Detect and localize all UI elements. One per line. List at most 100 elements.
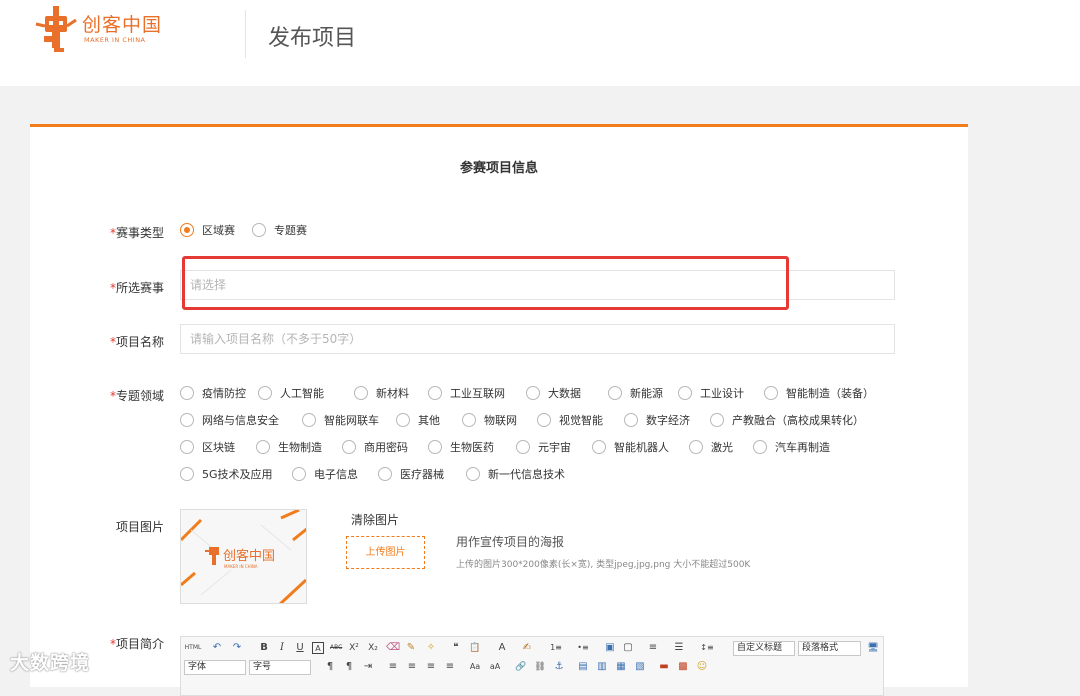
project-name-input[interactable]: 请输入项目名称（不多于50字） [180, 324, 895, 354]
preview-icon[interactable]: 🖥 [867, 642, 879, 654]
radio-dot-icon[interactable] [342, 440, 356, 454]
align-justify-icon[interactable]: ≡ [444, 661, 456, 673]
topic-option[interactable]: 数字经济 [624, 412, 690, 428]
topic-option[interactable]: 智能网联车 [302, 412, 379, 428]
topic-option[interactable]: 智能制造（装备） [764, 385, 874, 401]
select-all-icon[interactable]: ▣ [604, 642, 616, 654]
topic-option[interactable]: 智能机器人 [592, 439, 669, 455]
insert-media-icon[interactable]: ▬ [658, 661, 670, 673]
image-center-icon[interactable]: ▧ [634, 661, 646, 673]
radio-regional[interactable]: 区域赛 [180, 222, 235, 238]
redo-icon[interactable]: ↷ [231, 642, 243, 654]
topic-option[interactable]: 生物制造 [256, 439, 322, 455]
radio-dot-icon[interactable] [624, 413, 638, 427]
unordered-list-icon[interactable]: •≡ [575, 642, 591, 654]
html-icon[interactable]: HTML [184, 642, 202, 654]
radio-dot-icon[interactable] [608, 386, 622, 400]
radio-dot-checked-icon[interactable] [180, 223, 194, 237]
radio-dot-icon[interactable] [753, 440, 767, 454]
image-right-icon[interactable]: ▦ [615, 661, 627, 673]
align-left-icon[interactable]: ≡ [387, 661, 399, 673]
font-size-select[interactable]: 字号 [249, 660, 311, 675]
topic-option[interactable]: 疫情防控 [180, 385, 246, 401]
underline-icon[interactable]: U [294, 642, 306, 654]
topic-option[interactable]: 区块链 [180, 439, 235, 455]
radio-dot-icon[interactable] [689, 440, 703, 454]
ltr-icon[interactable]: ¶ [324, 661, 336, 673]
anchor-icon[interactable]: ⚓ [553, 661, 565, 673]
topic-option[interactable]: 医疗器械 [378, 466, 444, 482]
border-icon[interactable]: A [312, 642, 324, 654]
radio-dot-icon[interactable] [466, 467, 480, 481]
clear-image-button[interactable]: 清除图片 [351, 511, 399, 528]
topic-option[interactable]: 物联网 [462, 412, 517, 428]
subscript-icon[interactable]: X₂ [367, 642, 379, 654]
radio-dot-icon[interactable] [516, 440, 530, 454]
ordered-list-icon[interactable]: 1≡ [548, 642, 564, 654]
radio-dot-icon[interactable] [764, 386, 778, 400]
topic-option[interactable]: 汽车再制造 [753, 439, 830, 455]
insert-gallery-icon[interactable]: ▩ [677, 661, 689, 673]
rtl-icon[interactable]: ¶ [343, 661, 355, 673]
italic-icon[interactable]: I [276, 642, 288, 654]
topic-option[interactable]: 5G技术及应用 [180, 466, 273, 482]
uppercase-icon[interactable]: Aa [468, 661, 482, 673]
clear-doc-icon[interactable]: ▢ [622, 642, 634, 654]
project-image-preview[interactable]: 创客中国 MAKER IN CHINA [180, 509, 307, 604]
align-right-icon[interactable]: ≡ [425, 661, 437, 673]
topic-option[interactable]: 新一代信息技术 [466, 466, 565, 482]
font-color-icon[interactable]: A [496, 642, 508, 654]
upload-image-button[interactable]: 上传图片 [346, 536, 425, 569]
paragraph-spacing-icon[interactable]: ☰ [673, 642, 685, 654]
radio-dot-icon[interactable] [428, 386, 442, 400]
topic-option[interactable]: 视觉智能 [537, 412, 603, 428]
topic-option[interactable]: 激光 [689, 439, 733, 455]
radio-dot-icon[interactable] [180, 413, 194, 427]
auto-format-icon[interactable]: ✧ [425, 642, 437, 654]
radio-dot-icon[interactable] [180, 386, 194, 400]
topic-option[interactable]: 电子信息 [292, 466, 358, 482]
radio-dot-icon[interactable] [180, 467, 194, 481]
radio-dot-icon[interactable] [256, 440, 270, 454]
topic-option[interactable]: 新能源 [608, 385, 663, 401]
topic-option[interactable]: 商用密码 [342, 439, 408, 455]
paste-text-icon[interactable]: 📋 [469, 642, 481, 654]
highlight-icon[interactable]: ✍ [521, 642, 533, 654]
radio-dot-icon[interactable] [252, 223, 266, 237]
lowercase-icon[interactable]: aA [488, 661, 502, 673]
radio-dot-icon[interactable] [378, 467, 392, 481]
heading-select[interactable]: 自定义标题 [733, 641, 795, 656]
radio-dot-icon[interactable] [354, 386, 368, 400]
topic-option[interactable]: 大数据 [526, 385, 581, 401]
radio-dot-icon[interactable] [180, 440, 194, 454]
superscript-icon[interactable]: X² [348, 642, 360, 654]
emoji-icon[interactable]: ☺ [696, 661, 708, 673]
quote-icon[interactable]: ❝ [450, 642, 462, 654]
indent-icon[interactable]: ⇥ [362, 661, 374, 673]
radio-dot-icon[interactable] [396, 413, 410, 427]
topic-option[interactable]: 其他 [396, 412, 440, 428]
link-icon[interactable]: 🔗 [515, 661, 527, 673]
line-height-icon[interactable]: ≡ [647, 642, 659, 654]
topic-option[interactable]: 工业互联网 [428, 385, 505, 401]
radio-special[interactable]: 专题赛 [252, 222, 307, 238]
radio-dot-icon[interactable] [258, 386, 272, 400]
topic-option[interactable]: 元宇宙 [516, 439, 571, 455]
align-center-icon[interactable]: ≡ [406, 661, 418, 673]
radio-dot-icon[interactable] [302, 413, 316, 427]
undo-icon[interactable]: ↶ [211, 642, 223, 654]
topic-option[interactable]: 生物医药 [428, 439, 494, 455]
topic-option[interactable]: 网络与信息安全 [180, 412, 279, 428]
eraser-icon[interactable]: ⌫ [386, 642, 400, 654]
radio-dot-icon[interactable] [537, 413, 551, 427]
radio-dot-icon[interactable] [678, 386, 692, 400]
radio-dot-icon[interactable] [292, 467, 306, 481]
font-family-select[interactable]: 字体 [184, 660, 246, 675]
topic-option[interactable]: 产教融合（高校成果转化） [710, 412, 864, 428]
radio-dot-icon[interactable] [710, 413, 724, 427]
paragraph-format-select[interactable]: 段落格式 [798, 641, 861, 656]
topic-option[interactable]: 人工智能 [258, 385, 324, 401]
image-left-icon[interactable]: ▥ [596, 661, 608, 673]
image-none-icon[interactable]: ▤ [577, 661, 589, 673]
radio-dot-icon[interactable] [462, 413, 476, 427]
